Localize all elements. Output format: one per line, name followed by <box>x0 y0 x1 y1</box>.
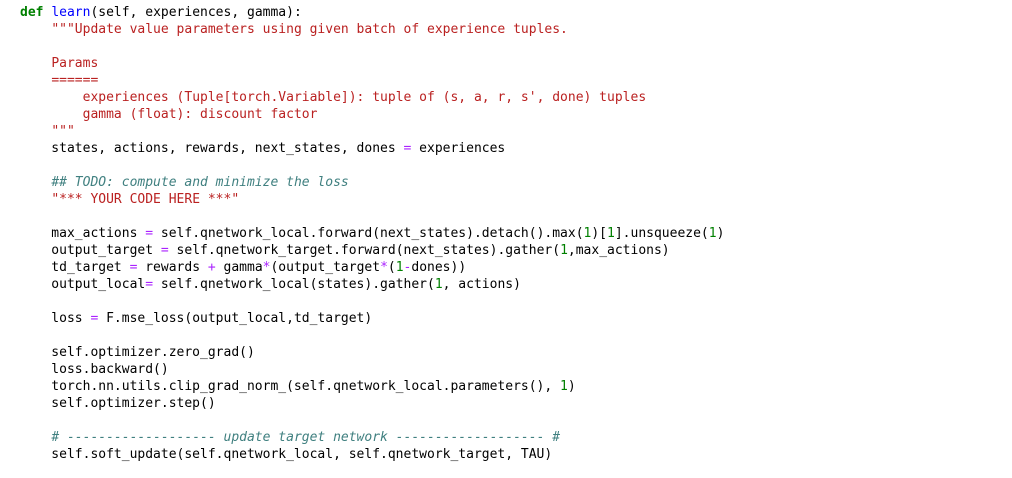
code-text: torch.nn.utils.clip_grad_norm_(self.qnet… <box>20 379 561 394</box>
code-text: gamma <box>215 260 263 275</box>
code-text: self.optimizer.zero_grad() <box>20 345 255 360</box>
operator-token: + <box>207 260 216 275</box>
string-token: """Update value parameters using given b… <box>51 22 568 37</box>
code-text: self.qnetwork_target.forward(next_states… <box>168 243 561 258</box>
function-name-token: learn <box>51 5 91 20</box>
comment-token: # ------------------- update target netw… <box>51 430 561 445</box>
code-line: Params <box>20 55 1000 72</box>
code-line: "*** YOUR CODE HERE ***" <box>20 191 1000 208</box>
code-text: self.soft_update(self.qnetwork_local, se… <box>20 447 553 462</box>
code-text: self.optimizer.step() <box>20 396 216 411</box>
code-text: ) <box>567 379 576 394</box>
code-line: states, actions, rewards, next_states, d… <box>20 140 1000 157</box>
number-token: 1 <box>434 277 443 292</box>
code-text: self.qnetwork_local.forward(next_states)… <box>153 226 584 241</box>
code-line: self.optimizer.zero_grad() <box>20 344 1000 361</box>
code-line: def learn(self, experiences, gamma): <box>20 4 1000 21</box>
code-text: rewards <box>137 260 208 275</box>
code-line: torch.nn.utils.clip_grad_norm_(self.qnet… <box>20 378 1000 395</box>
number-token: 1 <box>395 260 404 275</box>
code-line: gamma (float): discount factor <box>20 106 1000 123</box>
code-text: dones)) <box>411 260 467 275</box>
string-token: "*** YOUR CODE HERE ***" <box>51 192 240 207</box>
code-line: self.soft_update(self.qnetwork_local, se… <box>20 446 1000 463</box>
string-token: """ <box>51 124 75 139</box>
code-text: (output_target <box>270 260 381 275</box>
code-text: loss <box>20 311 91 326</box>
code-text: )[ <box>591 226 608 241</box>
string-token: ====== <box>51 73 99 88</box>
code-line: self.optimizer.step() <box>20 395 1000 412</box>
keyword-token: def <box>20 5 44 20</box>
code-text: loss.backward() <box>20 362 169 377</box>
code-text: ].unsqueeze( <box>614 226 709 241</box>
code-line: experiences (Tuple[torch.Variable]): tup… <box>20 89 1000 106</box>
code-line: output_local= self.qnetwork_local(states… <box>20 276 1000 293</box>
code-line: output_target = self.qnetwork_target.for… <box>20 242 1000 259</box>
code-line: max_actions = self.qnetwork_local.forwar… <box>20 225 1000 242</box>
code-line: """Update value parameters using given b… <box>20 21 1000 38</box>
code-line: loss = F.mse_loss(output_local,td_target… <box>20 310 1000 327</box>
code-editor[interactable]: def learn(self, experiences, gamma): """… <box>20 4 1000 463</box>
code-text: output_target <box>20 243 161 258</box>
code-line: # ------------------- update target netw… <box>20 429 1000 446</box>
string-token: experiences (Tuple[torch.Variable]): tup… <box>82 90 647 105</box>
code-line: """ <box>20 123 1000 140</box>
comment-token: ## TODO: compute and minimize the loss <box>51 175 349 190</box>
code-text: experiences <box>411 141 506 156</box>
code-text: , actions) <box>442 277 521 292</box>
string-token: Params <box>51 56 99 71</box>
code-text: max_actions <box>20 226 146 241</box>
code-text: ( <box>387 260 396 275</box>
operator-token: * <box>380 260 388 275</box>
code-text: self.qnetwork_local(states).gather( <box>153 277 435 292</box>
number-token: 1 <box>560 243 568 258</box>
number-token: 1 <box>560 379 568 394</box>
number-token: 1 <box>607 226 615 241</box>
code-text: (self, experiences, gamma): <box>90 5 302 20</box>
number-token: 1 <box>708 226 717 241</box>
operator-token: = <box>145 277 154 292</box>
code-text: ) <box>716 226 725 241</box>
code-text: td_target <box>20 260 130 275</box>
code-text: output_local <box>20 277 146 292</box>
code-text: ,max_actions) <box>567 243 670 258</box>
code-text: F.mse_loss(output_local,td_target) <box>98 311 373 326</box>
code-line: loss.backward() <box>20 361 1000 378</box>
code-text: states, actions, rewards, next_states, d… <box>20 141 404 156</box>
code-line: td_target = rewards + gamma*(output_targ… <box>20 259 1000 276</box>
string-token: gamma (float): discount factor <box>82 107 318 122</box>
code-line: ====== <box>20 72 1000 89</box>
operator-token: = <box>160 243 169 258</box>
operator-token: = <box>145 226 154 241</box>
code-line: ## TODO: compute and minimize the loss <box>20 174 1000 191</box>
